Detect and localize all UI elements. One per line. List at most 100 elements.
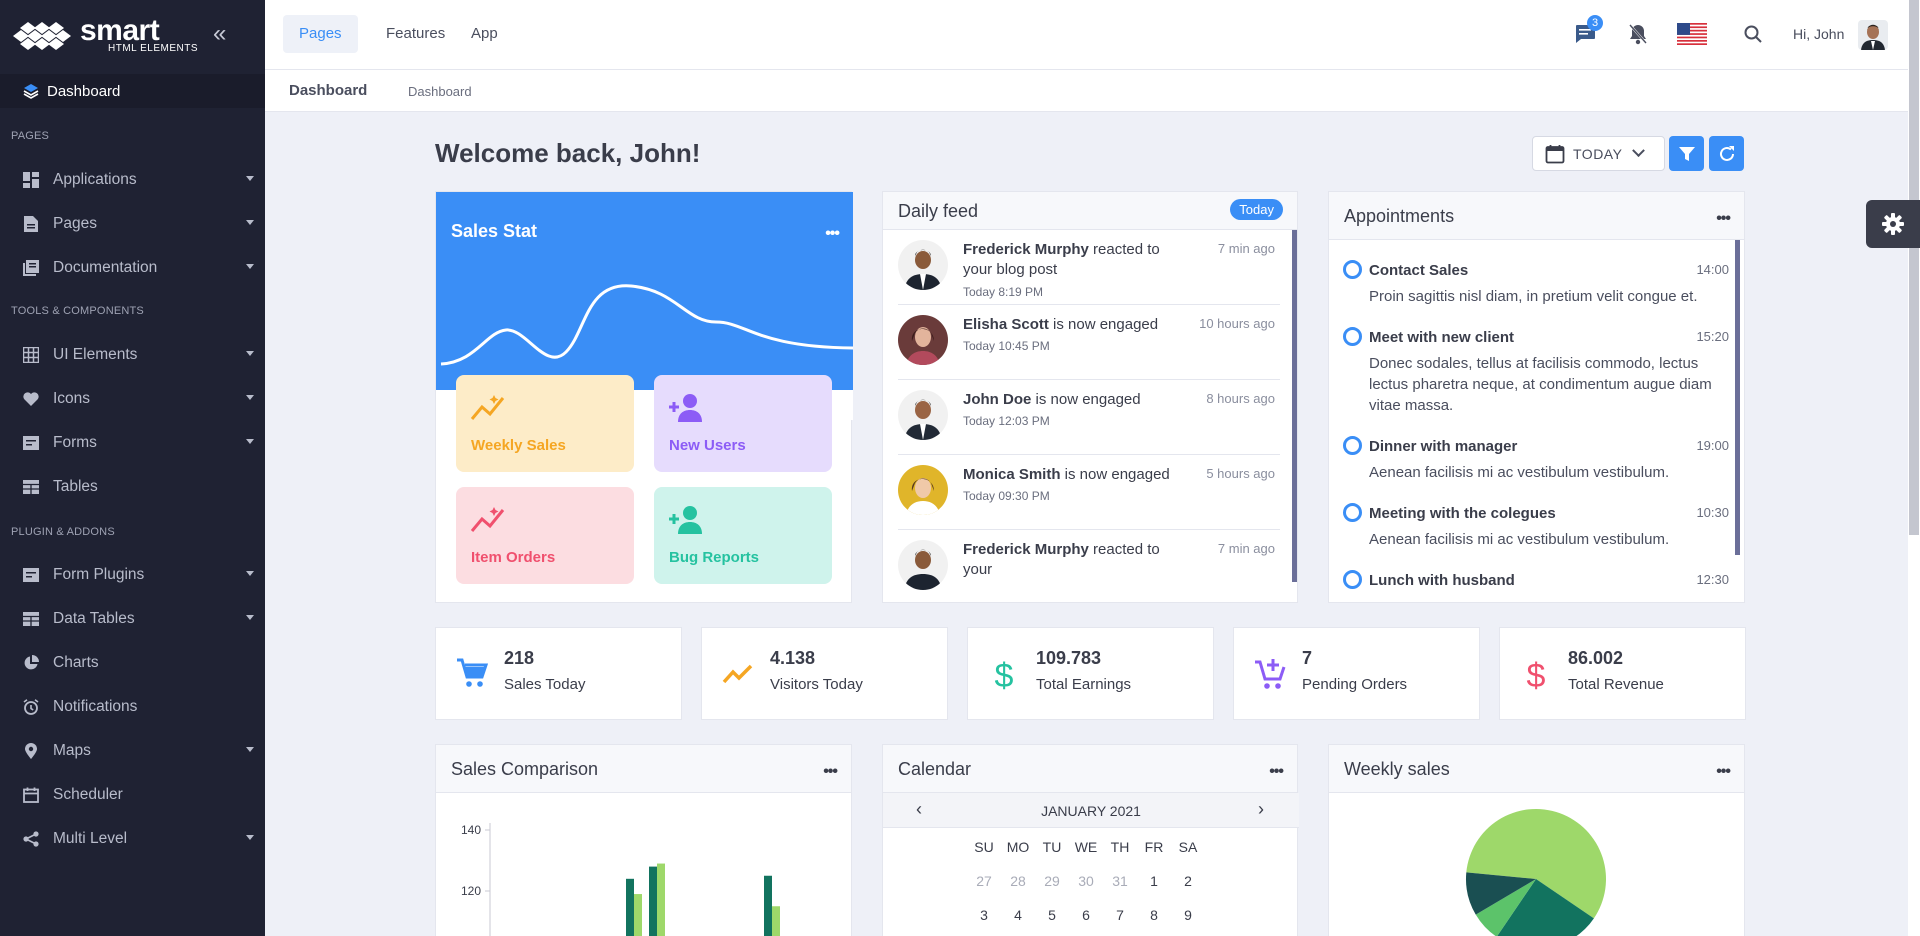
messages-button[interactable]: 3 [1571, 15, 1603, 48]
table-grid-icon [22, 346, 40, 364]
appointment-title: Meet with new client [1369, 329, 1515, 346]
tile-bug-reports[interactable]: Bug Reports [654, 487, 832, 584]
list-item[interactable]: Elisha Scott is now engaged 10 hours ago… [898, 305, 1280, 380]
appointment-desc: Aenean facilisis mi ac vestibulum vestib… [1369, 464, 1670, 481]
calendar-day[interactable]: 31 [1103, 873, 1137, 889]
calendar-nav: ‹ JANUARY 2021 › [883, 793, 1299, 828]
stat-card-sales[interactable]: 218 Sales Today [435, 627, 682, 720]
sidebar-item-documentation[interactable]: Documentation [0, 251, 265, 285]
sidebar-item-notifications[interactable]: Notifications [0, 690, 265, 724]
sidebar-item-data-tables[interactable]: Data Tables [0, 602, 265, 636]
collapse-sidebar-icon[interactable]: « [213, 22, 226, 46]
chevron-down-icon [246, 835, 254, 840]
calendar-day[interactable]: 6 [1069, 907, 1103, 923]
sidebar-item-applications[interactable]: Applications [0, 163, 265, 197]
feed-scrollbar[interactable] [1292, 230, 1297, 582]
grid-icon [22, 171, 40, 189]
sidebar-item-charts[interactable]: Charts [0, 646, 265, 680]
avatar[interactable] [1858, 20, 1888, 50]
chevron-down-icon [246, 220, 254, 225]
page-scrollbar[interactable] [1908, 0, 1920, 936]
timeline-dot-icon [1343, 260, 1362, 279]
message-badge: 3 [1587, 15, 1603, 31]
more-icon[interactable]: ••• [1716, 210, 1731, 228]
tile-weekly-sales[interactable]: Weekly Sales [456, 375, 634, 472]
appointment-desc: Aenean facilisis mi ac vestibulum vestib… [1369, 531, 1670, 548]
today-badge: Today [1230, 199, 1283, 220]
tab-app[interactable]: App [455, 15, 514, 53]
tab-features[interactable]: Features [370, 15, 461, 53]
more-icon[interactable]: ••• [825, 225, 840, 243]
calendar-day[interactable]: 1 [1137, 873, 1171, 889]
notifications-button[interactable] [1624, 20, 1652, 48]
feed-name: Frederick Murphy [963, 241, 1089, 258]
stat-label: Pending Orders [1302, 676, 1408, 693]
chevron-down-icon [246, 747, 254, 752]
weekly-sales-chart [1466, 809, 1606, 936]
pie-chart-icon [22, 654, 40, 672]
period-dropdown[interactable]: TODAY [1532, 136, 1665, 171]
sidebar-item-maps[interactable]: Maps [0, 734, 265, 768]
refresh-button[interactable] [1709, 136, 1744, 171]
sidebar-item-label: Forms [53, 434, 97, 451]
card-header: Weekly sales ••• [1329, 745, 1744, 793]
tile-new-users[interactable]: New Users [654, 375, 832, 472]
user-greeting[interactable]: Hi, John [1793, 26, 1844, 42]
settings-button[interactable] [1866, 200, 1920, 248]
calendar-day[interactable]: 2 [1171, 873, 1205, 889]
card-title: Sales Stat [451, 221, 538, 241]
sidebar-item-label: Documentation [53, 259, 158, 276]
sidebar-item-dashboard[interactable]: Dashboard [0, 74, 265, 108]
list-item[interactable]: Monica Smith is now engaged 5 hours ago … [898, 455, 1280, 530]
more-icon[interactable]: ••• [823, 763, 838, 781]
stat-value: 86.002 [1568, 648, 1624, 668]
sidebar-item-label: Dashboard [47, 82, 121, 100]
calendar-day[interactable]: 30 [1069, 873, 1103, 889]
sidebar-item-icons[interactable]: Icons [0, 382, 265, 416]
sidebar-item-forms[interactable]: Forms [0, 426, 265, 460]
sidebar-item-ui-elements[interactable]: UI Elements [0, 338, 265, 372]
trend-icon [722, 664, 753, 684]
list-item[interactable]: Frederick Murphy reacted to your blog po… [898, 230, 1280, 305]
bell-off-icon [1629, 24, 1647, 45]
filter-button[interactable] [1669, 136, 1704, 171]
table-icon [22, 610, 40, 628]
calendar-day[interactable]: 28 [1001, 873, 1035, 889]
tile-item-orders[interactable]: Item Orders [456, 487, 634, 584]
language-button[interactable] [1676, 20, 1708, 48]
sidebar-item-label: Pages [53, 215, 97, 232]
feed-name: Frederick Murphy [963, 541, 1089, 558]
sidebar-item-multi-level[interactable]: Multi Level [0, 822, 265, 856]
sidebar-item-pages[interactable]: Pages [0, 207, 265, 241]
calendar-day[interactable]: 8 [1137, 907, 1171, 923]
calendar-day[interactable]: 4 [1001, 907, 1035, 923]
calendar-day[interactable]: 9 [1171, 907, 1205, 923]
sidebar-item-form-plugins[interactable]: Form Plugins [0, 558, 265, 592]
sidebar-item-label: Data Tables [53, 610, 135, 627]
sidebar-item-tables[interactable]: Tables [0, 470, 265, 504]
stat-card-pending[interactable]: 7 Pending Orders [1233, 627, 1480, 720]
tab-pages[interactable]: Pages [283, 15, 358, 53]
search-button[interactable] [1739, 20, 1767, 48]
timeline-dot-icon [1343, 436, 1362, 455]
stat-card-earnings[interactable]: $ 109.783 Total Earnings [967, 627, 1214, 720]
list-item[interactable]: John Doe is now engaged 8 hours ago Toda… [898, 380, 1280, 455]
calendar-day[interactable]: 7 [1103, 907, 1137, 923]
tile-label: Bug Reports [669, 549, 759, 566]
appointment-desc: Proin sagittis nisl diam, in pretium vel… [1369, 288, 1698, 305]
stat-card-visitors[interactable]: 4.138 Visitors Today [701, 627, 948, 720]
stat-label: Total Revenue [1568, 676, 1664, 693]
more-icon[interactable]: ••• [1269, 763, 1284, 781]
next-month-icon[interactable]: › [1258, 799, 1264, 820]
calendar-day[interactable]: 3 [967, 907, 1001, 923]
calendar-day[interactable]: 29 [1035, 873, 1069, 889]
avatar [898, 465, 948, 515]
sidebar-item-scheduler[interactable]: Scheduler [0, 778, 265, 812]
breadcrumb-item[interactable]: Dashboard [408, 84, 472, 99]
list-item[interactable]: Frederick Murphy reacted to your 7 min a… [898, 530, 1280, 602]
calendar-day[interactable]: 27 [967, 873, 1001, 889]
stat-card-revenue[interactable]: $ 86.002 Total Revenue [1499, 627, 1746, 720]
more-icon[interactable]: ••• [1716, 763, 1731, 781]
feed-time: 7 min ago [1217, 241, 1275, 256]
calendar-day[interactable]: 5 [1035, 907, 1069, 923]
